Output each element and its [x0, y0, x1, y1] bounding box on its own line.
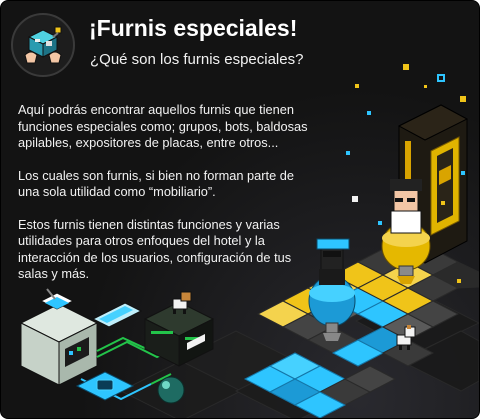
teal-sphere [157, 376, 185, 404]
info-panel: ¡Furnis especiales! ¿Qué son los furnis … [0, 0, 480, 419]
furni-scene-illustration [19, 64, 479, 418]
button-pad [75, 371, 135, 401]
cyan-panel [91, 302, 143, 328]
computer-machine [19, 288, 99, 386]
